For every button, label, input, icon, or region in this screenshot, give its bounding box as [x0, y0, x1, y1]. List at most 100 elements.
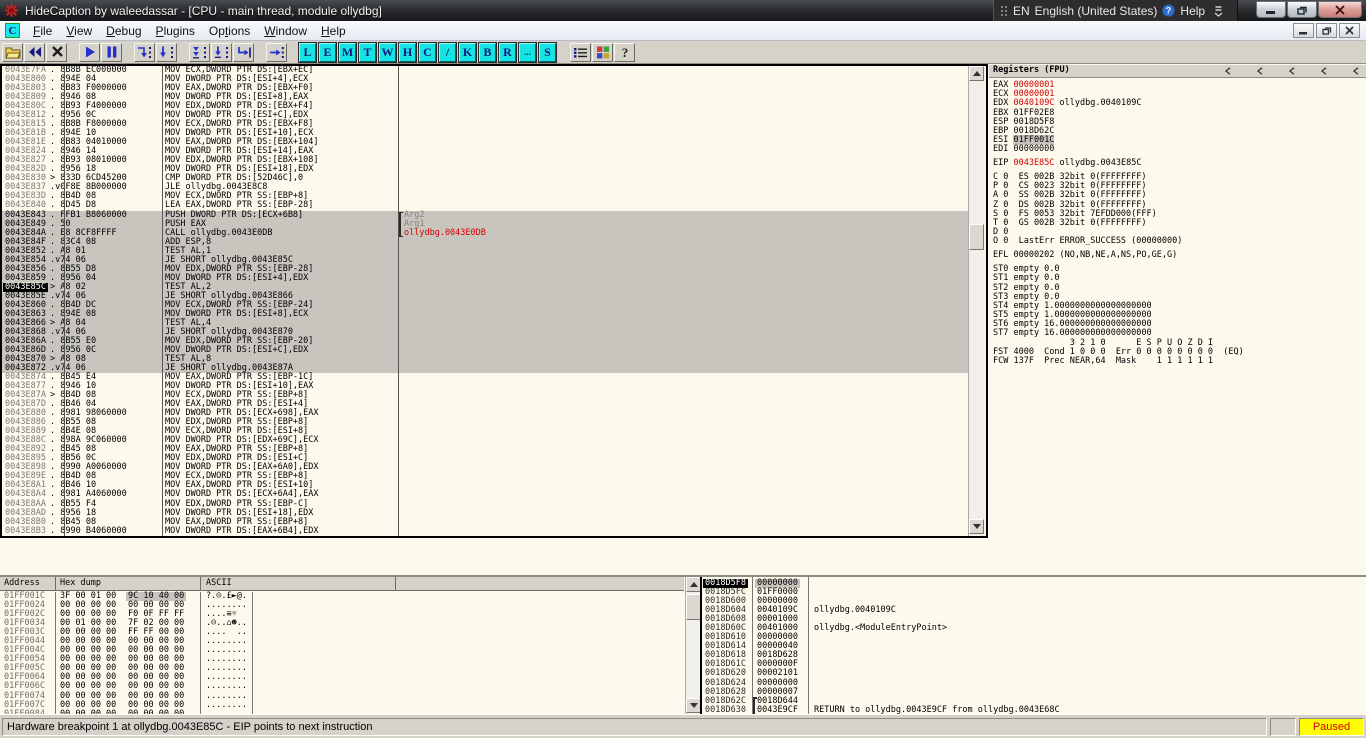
scroll-up-button[interactable]: [686, 577, 700, 592]
column-divider[interactable]: [162, 66, 163, 536]
registers-history-arrows[interactable]: [1224, 62, 1360, 80]
stack-pane[interactable]: 0018D5F8 00000000 0018D5FC 01FF0000 0018D600…: [702, 577, 1366, 715]
disassembly-pane[interactable]: 0043E7FA. 8B8B EC000000 MOV ECX,DWORD PTR…: [0, 64, 988, 538]
stack-row[interactable]: 0018D604 0040109C ollydbg.0040109C: [702, 606, 1366, 615]
disasm-row[interactable]: 0043E854 .v74 06 JE SHORT ollydbg.0043E85C: [2, 255, 968, 265]
registers-pane[interactable]: Registers (FPU) EAX 00000001 ECX 00000001…: [989, 65, 1366, 573]
disasm-row[interactable]: 0043E8AA. 8B55 F4 MOV EDX,DWORD PTR SS:[E…: [2, 499, 968, 509]
register-line[interactable]: EFL 00000202 (NO,NB,NE,A,NS,PO,GE,G): [993, 251, 1366, 260]
run-button[interactable]: [79, 42, 100, 62]
register-line[interactable]: O 0 LastErr ERROR_SUCCESS (00000000): [993, 237, 1366, 246]
disasm-row[interactable]: 0043E87D. 8B46 04 MOV EAX,DWORD PTR DS:[E…: [2, 400, 968, 409]
menu-item-debug[interactable]: Debug: [99, 22, 148, 40]
disasm-row[interactable]: 0043E81B. 894E 10 MOV DWORD PTR DS:[ESI+1…: [2, 129, 968, 138]
scroll-thumb[interactable]: [686, 594, 700, 620]
pane-button-s[interactable]: S: [538, 41, 557, 63]
history-chevron-icon[interactable]: [1224, 62, 1232, 80]
close-button[interactable]: [46, 42, 67, 62]
language-code[interactable]: EN: [1013, 4, 1030, 18]
child-restore-button[interactable]: [1316, 23, 1337, 38]
disasm-row[interactable]: 0043E863. 894E 08 MOV DWORD PTR DS:[ESI+8…: [2, 309, 968, 319]
step-into-button[interactable]: [134, 42, 155, 62]
column-divider[interactable]: [64, 66, 65, 536]
disasm-row[interactable]: 0043E866 > A8 04 TEST AL,4: [2, 318, 968, 328]
disasm-row[interactable]: 0043E837 .v0F8E 8B000000 JLE ollydbg.0043E…: [2, 183, 968, 192]
disasm-row[interactable]: 0043E877. 8946 10 MOV DWORD PTR DS:[ESI+1…: [2, 382, 968, 391]
stack-row[interactable]: 0018D61C 0000000F: [702, 660, 1366, 669]
pane-button-r[interactable]: R: [498, 41, 517, 63]
menu-item-file[interactable]: File: [26, 22, 59, 40]
disasm-row[interactable]: 0043E803. 8B83 F0000000 MOV EAX,DWORD PTR…: [2, 84, 968, 93]
disasm-row[interactable]: 0043E8B0. 8B45 08 MOV EAX,DWORD PTR SS:[E…: [2, 517, 968, 527]
pane-button-l[interactable]: L: [298, 41, 317, 63]
stack-row[interactable]: 0018D5F8 00000000: [702, 578, 1366, 589]
disasm-row[interactable]: 0043E8A4. 8981 A4060000 MOV DWORD PTR DS:…: [2, 490, 968, 499]
disasm-row[interactable]: 0043E86A. 8B55 E0 MOV EDX,DWORD PTR SS:[E…: [2, 336, 968, 346]
disasm-row[interactable]: 0043E852. A8 01 TEST AL,1: [2, 246, 968, 256]
stack-row[interactable]: 0018D60C 00401000 ollydbg.<ModuleEntryPoin…: [702, 624, 1366, 633]
disasm-row[interactable]: 0043E87A > 8B4D 08 MOV ECX,DWORD PTR SS:[E…: [2, 391, 968, 400]
stack-row[interactable]: 0018D608 00001000: [702, 615, 1366, 624]
pause-button[interactable]: [101, 42, 122, 62]
disasm-row[interactable]: 0043E840. 8D45 D8 LEA EAX,DWORD PTR SS:[E…: [2, 201, 968, 210]
disasm-row[interactable]: 0043E8A1. 8B46 10 MOV EAX,DWORD PTR DS:[E…: [2, 481, 968, 490]
go-to-button[interactable]: [266, 42, 287, 62]
disasm-row[interactable]: 0043E830 > 833D 6CD45200 CMP DWORD PTR DS:…: [2, 174, 968, 183]
stack-row[interactable]: 0018D618 0018D628: [702, 651, 1366, 660]
child-close-button[interactable]: [1339, 23, 1360, 38]
language-help-label[interactable]: Help: [1180, 4, 1205, 18]
pane-button-dots[interactable]: ...: [518, 41, 537, 63]
language-name[interactable]: English (United States): [1035, 4, 1158, 18]
hex-dump-pane[interactable]: Address Hex dump ASCII 01FF001C 3F 00 01 …: [0, 577, 702, 715]
menu-item-help[interactable]: Help: [314, 22, 353, 40]
step-over-button[interactable]: [156, 42, 177, 62]
disasm-row[interactable]: 0043E880. 8981 98060000 MOV DWORD PTR DS:…: [2, 409, 968, 418]
disasm-row[interactable]: 0043E859. 8956 04 MOV DWORD PTR DS:[ESI+4…: [2, 273, 968, 283]
menu-item-view[interactable]: View: [59, 22, 99, 40]
disasm-scrollbar[interactable]: [968, 66, 985, 536]
windows-list-button[interactable]: [570, 42, 591, 62]
disasm-row[interactable]: 0043E886. 8B55 08 MOV EDX,DWORD PTR SS:[E…: [2, 418, 968, 427]
pane-button-k[interactable]: K: [458, 41, 477, 63]
column-divider[interactable]: [398, 66, 399, 536]
disasm-row[interactable]: 0043E827. 8B93 08010000 MOV EDX,DWORD PTR…: [2, 156, 968, 165]
history-chevron-icon[interactable]: [1288, 62, 1296, 80]
trace-into-button[interactable]: [189, 42, 210, 62]
disasm-row[interactable]: 0043E89E. 8B4D 08 MOV ECX,DWORD PTR SS:[E…: [2, 472, 968, 481]
menu-item-options[interactable]: Options: [202, 22, 257, 40]
scroll-down-button[interactable]: [969, 519, 984, 534]
disasm-row[interactable]: 0043E872 .v74 06 JE SHORT ollydbg.0043E87A: [2, 363, 968, 374]
disasm-row[interactable]: 0043E856. 8B55 D8 MOV EDX,DWORD PTR SS:[E…: [2, 264, 968, 274]
register-line[interactable]: EIP 0043E85C ollydbg.0043E85C: [993, 159, 1366, 168]
language-bar-grip-icon[interactable]: [1000, 4, 1008, 18]
window-minimize-button[interactable]: [1256, 1, 1286, 18]
register-line[interactable]: EDI 00000000: [993, 145, 1366, 154]
disasm-row[interactable]: 0043E84A. E8 8CF8FFFF CALL ollydbg.0043E0…: [2, 228, 968, 238]
open-folder-button[interactable]: [2, 42, 23, 62]
restart-button[interactable]: [24, 42, 45, 62]
disasm-row[interactable]: 0043E868 .v74 06 JE SHORT ollydbg.0043E870: [2, 327, 968, 337]
scroll-down-button[interactable]: [686, 698, 700, 713]
stack-row[interactable]: 0018D600 00000000: [702, 597, 1366, 606]
pane-button-t[interactable]: T: [358, 41, 377, 63]
disasm-row[interactable]: 0043E8AD. 8956 18 MOV DWORD PTR DS:[ESI+1…: [2, 508, 968, 518]
stack-row[interactable]: 0018D5FC 01FF0000: [702, 588, 1366, 597]
pane-button-w[interactable]: W: [378, 41, 397, 63]
disasm-row[interactable]: 0043E809. 8946 08 MOV DWORD PTR DS:[ESI+8…: [2, 93, 968, 102]
menu-item-window[interactable]: Window: [257, 22, 314, 40]
disasm-row[interactable]: 0043E889. 8B4E 08 MOV ECX,DWORD PTR DS:[E…: [2, 427, 968, 436]
history-chevron-icon[interactable]: [1256, 62, 1264, 80]
disasm-row[interactable]: 0043E892. 8B45 08 MOV EAX,DWORD PTR SS:[E…: [2, 445, 968, 454]
disasm-row[interactable]: 0043E860. 8B4D DC MOV ECX,DWORD PTR SS:[E…: [2, 300, 968, 310]
disasm-row[interactable]: 0043E7FA. 8B8B EC000000 MOV ECX,DWORD PTR…: [2, 66, 968, 75]
stack-row[interactable]: 0018D610 00000000: [702, 633, 1366, 642]
pane-button-slash[interactable]: /: [438, 41, 457, 63]
disasm-row[interactable]: 0043E85E .v74 06 JE SHORT ollydbg.0043E866: [2, 291, 968, 301]
disasm-row[interactable]: 0043E88C. 898A 9C060000 MOV DWORD PTR DS:…: [2, 436, 968, 445]
disasm-row[interactable]: 0043E85C > A8 02 TEST AL,2: [2, 282, 968, 292]
disasm-row[interactable]: 0043E898. 8990 A0060000 MOV DWORD PTR DS:…: [2, 463, 968, 472]
disasm-row[interactable]: 0043E8B3 . 8990 B4060000 MOV DWORD PTR DS:…: [2, 526, 968, 536]
execute-till-return-button[interactable]: [233, 42, 254, 62]
disasm-row[interactable]: 0043E83D. 8B4D 08 MOV ECX,DWORD PTR SS:[E…: [2, 192, 968, 201]
scroll-up-button[interactable]: [969, 66, 984, 81]
